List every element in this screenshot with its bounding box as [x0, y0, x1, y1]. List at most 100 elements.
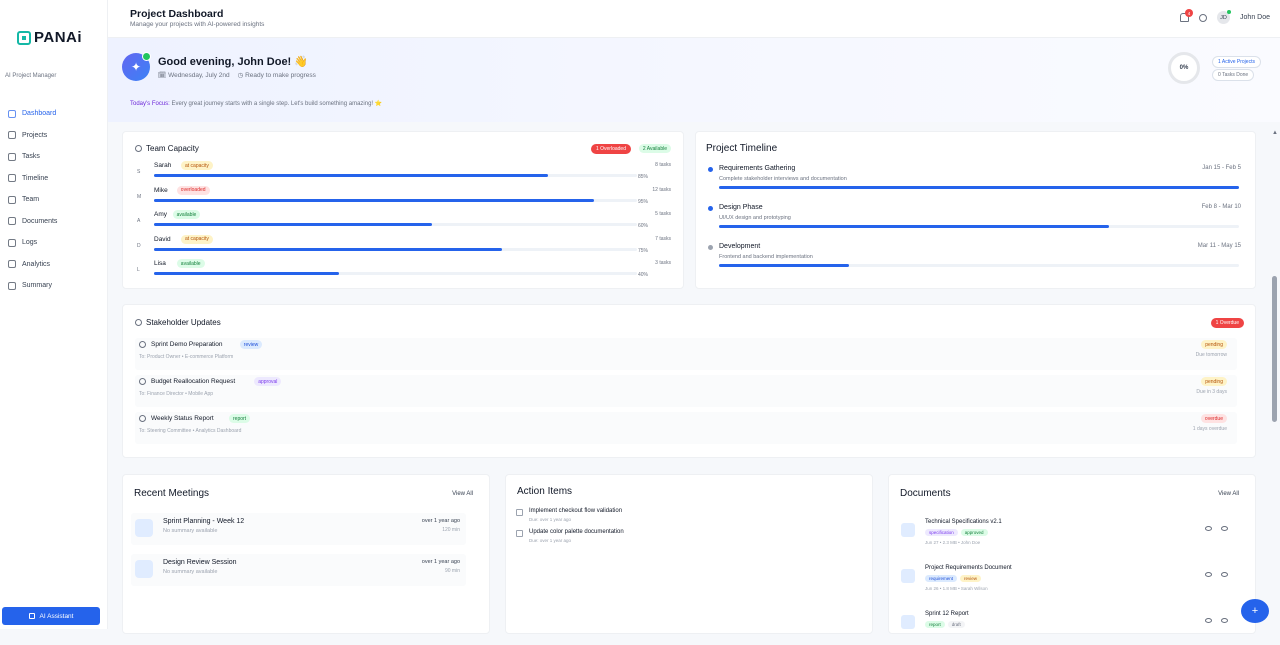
- sidebar-item-label: Timeline: [22, 174, 49, 182]
- logs-icon: [8, 238, 16, 247]
- download-icon[interactable]: [1221, 572, 1228, 577]
- search-icon[interactable]: [1199, 13, 1208, 22]
- stakeholder-update-row[interactable]: Budget Reallocation Request approval To: F…: [135, 375, 1237, 407]
- member-task-count: 8 tasks: [655, 162, 671, 168]
- capacity-fill: [154, 223, 433, 226]
- calendar-date: 🗓 Wednesday, July 2nd: [158, 72, 230, 79]
- send-icon: [139, 415, 146, 422]
- eye-icon[interactable]: [1205, 526, 1212, 531]
- sidebar-nav: Dashboard Projects Tasks Timeline Team Docume…: [0, 103, 108, 297]
- sidebar-item-documents[interactable]: Documents: [0, 211, 108, 233]
- document-row[interactable]: Sprint 12 Report report draft: [899, 609, 1244, 645]
- meeting-name: Design Review Session: [163, 559, 237, 566]
- eye-icon[interactable]: [1205, 618, 1212, 623]
- member-capacity-pct: 40%: [637, 272, 648, 278]
- member-initial: M: [137, 193, 142, 200]
- stakeholder-updates-title: Stakeholder Updates: [146, 318, 221, 327]
- sidebar-item-label: Analytics: [22, 260, 51, 268]
- capacity-fill: [154, 174, 549, 177]
- top-header: Project Dashboard Manage your projects w…: [108, 0, 1280, 38]
- document-tag: draft: [947, 621, 965, 628]
- team-capacity-title: Team Capacity: [146, 144, 199, 153]
- update-recipient: To: Finance Director • Mobile App: [139, 391, 214, 397]
- sidebar-item-projects[interactable]: Projects: [0, 125, 108, 147]
- member-task-count: 12 tasks: [652, 186, 671, 193]
- recent-meetings-title: Recent Meetings: [134, 488, 210, 499]
- member-capacity-pct: 60%: [637, 223, 648, 229]
- action-due: Due: over 1 year ago: [529, 517, 572, 522]
- document-tag: specification: [925, 529, 958, 536]
- scrollbar[interactable]: [1272, 276, 1277, 422]
- member-initial: D: [137, 242, 141, 249]
- update-type-tag: report: [229, 414, 251, 423]
- notification-count: 4: [1185, 9, 1194, 17]
- greeting: Good evening, John Doe! 👋: [158, 55, 308, 68]
- meeting-summary: No summary available: [163, 569, 218, 575]
- sidebar-item-summary[interactable]: Summary: [0, 275, 108, 297]
- sidebar-item-tasks[interactable]: Tasks: [0, 146, 108, 168]
- download-icon[interactable]: [1221, 618, 1228, 623]
- document-row[interactable]: Project Requirements Document requirement…: [899, 563, 1244, 599]
- capacity-bar: [154, 174, 637, 177]
- avatar[interactable]: JD: [1217, 10, 1232, 24]
- document-name: Project Requirements Document: [925, 565, 1012, 571]
- update-status-badge: pending: [1201, 377, 1227, 386]
- stakeholder-update-row[interactable]: Sprint Demo Preparation review To: Product…: [135, 338, 1237, 370]
- file-icon: [901, 569, 915, 583]
- member-task-count: 7 tasks: [655, 235, 671, 242]
- sidebar-item-team[interactable]: Team: [0, 189, 108, 211]
- meetings-view-all[interactable]: View All: [452, 491, 473, 497]
- member-name: Mike: [154, 186, 168, 194]
- bell-icon[interactable]: 4: [1180, 9, 1194, 22]
- scroll-up-arrow[interactable]: ▲: [1272, 130, 1278, 136]
- todays-focus: Today's Focus: Every great journey start…: [130, 100, 382, 107]
- phase-name: Requirements Gathering: [719, 165, 796, 172]
- update-due: 1 days overdue: [1192, 426, 1227, 432]
- project-timeline-card: Project Timeline Requirements Gathering C…: [695, 131, 1256, 289]
- app-logo[interactable]: PANAi: [17, 29, 82, 46]
- meeting-row[interactable]: Sprint Planning - Week 12 No summary avai…: [131, 513, 466, 545]
- page-title: Project Dashboard: [130, 8, 224, 20]
- stakeholder-updates-card: Stakeholder Updates 1 Overdue Sprint Dem…: [122, 304, 1256, 458]
- document-tag: approved: [960, 529, 988, 536]
- action-checkbox[interactable]: [516, 530, 523, 537]
- team-capacity-card: Team Capacity 1 Overloaded 2 Available S…: [122, 131, 684, 289]
- stakeholder-update-row[interactable]: Weekly Status Report report To: Steering C…: [135, 412, 1237, 444]
- document-actions: [1205, 526, 1228, 531]
- sidebar-item-dashboard[interactable]: Dashboard: [0, 103, 108, 125]
- sidebar-item-analytics[interactable]: Analytics: [0, 254, 108, 276]
- eye-icon[interactable]: [1205, 572, 1212, 577]
- phase-progress-bar: [719, 264, 1239, 267]
- phase-progress-fill: [719, 186, 1239, 189]
- member-name: Lisa: [154, 260, 166, 267]
- download-icon[interactable]: [1221, 526, 1228, 531]
- documents-view-all[interactable]: View All: [1218, 491, 1239, 497]
- phase-name: Development: [719, 243, 761, 250]
- member-initial: A: [137, 218, 141, 224]
- team-member-row: S Sarah at capacity 8 tasks 85%: [133, 161, 673, 186]
- action-checkbox[interactable]: [516, 509, 523, 516]
- document-row[interactable]: Technical Specifications v2.1 specificati…: [899, 517, 1244, 553]
- team-member-row: A Amy available 5 tasks 60%: [133, 210, 673, 235]
- status-text: Ready to make progress: [245, 72, 316, 79]
- message-icon: [139, 341, 146, 348]
- meeting-duration: 120 min: [442, 527, 460, 533]
- update-type-tag: review: [239, 340, 263, 349]
- add-fab-button[interactable]: +: [1241, 599, 1269, 623]
- timeline-icon: [8, 174, 16, 183]
- sidebar-item-timeline[interactable]: Timeline: [0, 168, 108, 190]
- member-status-tag: at capacity: [181, 234, 213, 244]
- sidebar-item-logs[interactable]: Logs: [0, 232, 108, 254]
- meeting-row[interactable]: Design Review Session No summary availabl…: [131, 554, 466, 586]
- update-due: Due in 3 days: [1196, 389, 1227, 395]
- action-name: Update color palette documentation: [529, 529, 624, 535]
- ai-assistant-button[interactable]: AI Assistant: [2, 607, 100, 625]
- capacity-fill: [154, 247, 502, 251]
- sparkle-icon: ✦: [122, 52, 151, 81]
- focus-label: Today's Focus:: [130, 101, 170, 107]
- update-due: Due tomorrow: [1195, 352, 1227, 358]
- member-task-count: 3 tasks: [655, 260, 671, 266]
- progress-ring: 0%: [1168, 52, 1200, 84]
- ai-assistant-label: AI Assistant: [39, 612, 74, 620]
- user-name[interactable]: John Doe: [1240, 14, 1270, 21]
